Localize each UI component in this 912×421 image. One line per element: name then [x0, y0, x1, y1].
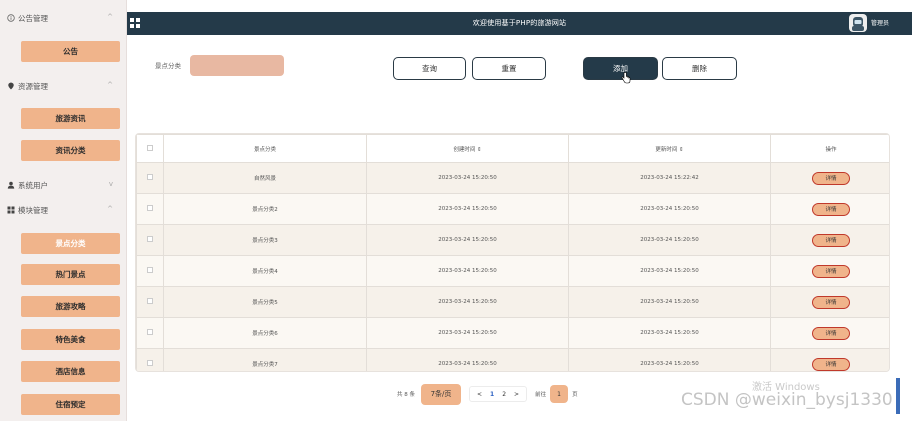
detail-button[interactable]: 详情 [812, 233, 850, 247]
sidebar-group-label: 模块管理 [18, 205, 48, 215]
row-checkbox[interactable] [147, 329, 153, 335]
cell-created: 2023-03-24 15:20:50 [366, 193, 569, 225]
sidebar-item-hotel[interactable]: 酒店信息 [21, 361, 120, 382]
select-all-cell[interactable] [136, 134, 164, 163]
row-checkbox[interactable] [147, 298, 153, 304]
category-search-input[interactable] [190, 55, 284, 76]
sidebar-item-travel-news[interactable]: 旅游资讯 [21, 108, 120, 129]
cell-updated: 2023-03-24 15:20:50 [568, 193, 771, 225]
table-row: 自然风景 2023-03-24 15:20:50 2023-03-24 15:2… [136, 162, 889, 194]
data-table: 景点分类 创建时间 ⇕ 更新时间 ⇕ 操作 自然风景 2023-03-24 15… [135, 133, 890, 372]
detail-button[interactable]: 详情 [812, 202, 850, 216]
sidebar-item-travel-guide[interactable]: 旅游攻略 [21, 296, 120, 317]
chevron-up-icon: ^ [107, 13, 113, 21]
cell-updated: 2023-03-24 15:20:50 [568, 286, 771, 318]
grid-icon [7, 206, 15, 214]
user-icon [7, 181, 15, 189]
sidebar-group-resources[interactable]: 资源管理 ^ [0, 74, 127, 98]
pagination-total: 共 8 条 [397, 392, 415, 398]
top-bar: 欢迎使用基于PHP的旅游网站 管理员 [127, 12, 912, 35]
detail-button[interactable]: 详情 [812, 171, 850, 185]
scrollbar-edge[interactable] [896, 378, 900, 414]
sidebar-group-system-users[interactable]: 系统用户 v [0, 173, 127, 197]
cell-updated: 2023-03-24 15:20:50 [568, 348, 771, 371]
cell-updated: 2023-03-24 15:20:50 [568, 317, 771, 349]
sidebar-group-announce[interactable]: 公告管理 ^ [0, 6, 127, 30]
page-unit-label: 页 [572, 392, 578, 398]
table-row: 景点分类5 2023-03-24 15:20:50 2023-03-24 15:… [136, 286, 889, 318]
detail-button[interactable]: 详情 [812, 357, 850, 371]
cell-updated: 2023-03-24 15:22:42 [568, 162, 771, 194]
table-header-row: 景点分类 创建时间 ⇕ 更新时间 ⇕ 操作 [136, 134, 889, 163]
page-title: 欢迎使用基于PHP的旅游网站 [472, 19, 567, 27]
delete-button[interactable]: 删除 [662, 57, 737, 80]
row-checkbox[interactable] [147, 360, 153, 366]
hand-cursor-icon [621, 72, 631, 84]
table-row: 景点分类3 2023-03-24 15:20:50 2023-03-24 15:… [136, 224, 889, 256]
cell-created: 2023-03-24 15:20:50 [366, 317, 569, 349]
reset-button[interactable]: 重置 [472, 57, 546, 80]
sidebar-item-spot-category[interactable]: 景点分类 [21, 233, 120, 254]
sidebar-item-announce[interactable]: 公告 [21, 41, 120, 62]
sidebar-item-news-category[interactable]: 资讯分类 [21, 140, 120, 161]
sidebar-group-label: 资源管理 [18, 81, 48, 91]
table-row: 景点分类2 2023-03-24 15:20:50 2023-03-24 15:… [136, 193, 889, 225]
filter-label: 景点分类 [155, 62, 181, 70]
detail-button[interactable]: 详情 [812, 326, 850, 340]
cell-updated: 2023-03-24 15:20:50 [568, 255, 771, 287]
row-checkbox[interactable] [147, 174, 153, 180]
sidebar-group-label: 公告管理 [18, 13, 48, 23]
header-updated-time[interactable]: 更新时间 ⇕ [568, 134, 771, 163]
header-category: 景点分类 [163, 134, 367, 163]
cell-category: 景点分类6 [163, 317, 367, 349]
detail-button[interactable]: 详情 [812, 264, 850, 278]
cell-created: 2023-03-24 15:20:50 [366, 348, 569, 371]
pagination: 共 8 条 7条/页 < 1 2 > 前往 1 页 [397, 383, 582, 405]
header-created-time[interactable]: 创建时间 ⇕ [366, 134, 569, 163]
info-circle-icon [7, 14, 15, 22]
watermark: CSDN @weixin_bysj1330 [681, 390, 893, 410]
cell-category: 景点分类2 [163, 193, 367, 225]
cell-category: 景点分类5 [163, 286, 367, 318]
page-list: < 1 2 > [469, 386, 528, 402]
cell-category: 景点分类3 [163, 224, 367, 256]
query-button[interactable]: 查询 [393, 57, 466, 80]
sidebar-item-food[interactable]: 特色美食 [21, 329, 120, 350]
cell-category: 自然风景 [163, 162, 367, 194]
next-page-button[interactable]: > [510, 391, 523, 398]
page-1-button[interactable]: 1 [486, 391, 498, 398]
chevron-up-icon: ^ [107, 205, 113, 213]
cell-created: 2023-03-24 15:20:50 [366, 224, 569, 256]
header-operations: 操作 [770, 134, 889, 163]
chevron-up-icon: ^ [107, 81, 113, 89]
prev-page-button[interactable]: < [473, 391, 486, 398]
page-size-select[interactable]: 7条/页 [421, 383, 461, 405]
select-all-checkbox[interactable] [147, 144, 153, 151]
table-row: 景点分类6 2023-03-24 15:20:50 2023-03-24 15:… [136, 317, 889, 349]
sidebar: 公告管理 ^ 公告 资源管理 ^ 旅游资讯 资讯分类 系统用户 v 模块管理 ^… [0, 0, 127, 421]
cell-updated: 2023-03-24 15:20:50 [568, 224, 771, 256]
cell-category: 景点分类7 [163, 348, 367, 371]
user-name[interactable]: 管理员 [871, 12, 889, 35]
cell-category: 景点分类4 [163, 255, 367, 287]
location-pin-icon [7, 82, 15, 90]
chevron-down-icon: v [108, 180, 113, 188]
goto-label: 前往 [535, 392, 547, 398]
sidebar-group-label: 系统用户 [18, 180, 48, 190]
row-checkbox[interactable] [147, 205, 153, 211]
row-checkbox[interactable] [147, 267, 153, 273]
detail-button[interactable]: 详情 [812, 295, 850, 309]
table-row: 景点分类7 2023-03-24 15:20:50 2023-03-24 15:… [136, 348, 889, 371]
cell-created: 2023-03-24 15:20:50 [366, 255, 569, 287]
goto-page-input[interactable]: 1 [550, 385, 569, 403]
sidebar-group-modules[interactable]: 模块管理 ^ [0, 198, 127, 222]
table-row: 景点分类4 2023-03-24 15:20:50 2023-03-24 15:… [136, 255, 889, 287]
avatar[interactable] [849, 14, 867, 32]
row-checkbox[interactable] [147, 236, 153, 242]
sidebar-item-hot-spots[interactable]: 热门景点 [21, 264, 120, 285]
cell-created: 2023-03-24 15:20:50 [366, 286, 569, 318]
sidebar-item-stay-booking[interactable]: 住宿预定 [21, 394, 120, 415]
page-2-button[interactable]: 2 [498, 391, 510, 398]
cell-created: 2023-03-24 15:20:50 [366, 162, 569, 194]
